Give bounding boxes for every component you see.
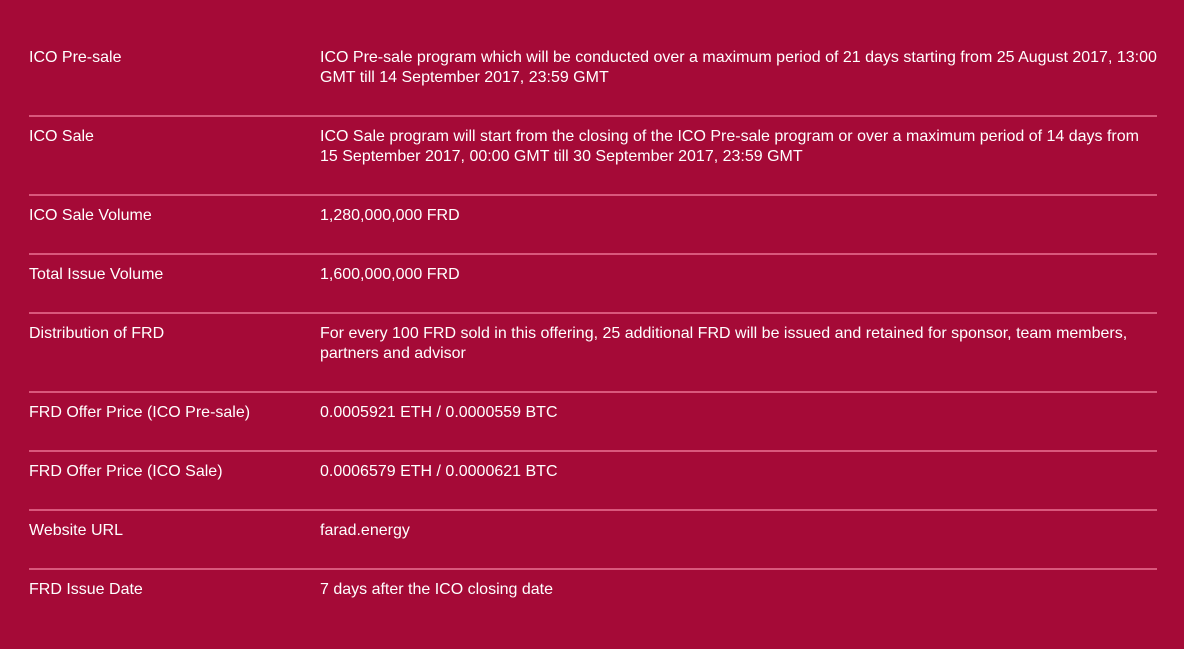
row-value: 1,600,000,000 FRD [320, 266, 460, 283]
row-label: FRD Offer Price (ICO Sale) [29, 463, 223, 480]
table-row-offer-price-presale: FRD Offer Price (ICO Pre-sale) 0.0005921… [29, 393, 1157, 452]
table-row-offer-price-sale: FRD Offer Price (ICO Sale) 0.0006579 ETH… [29, 452, 1157, 511]
row-label: ICO Pre-sale [29, 49, 122, 66]
row-value: 0.0005921 ETH / 0.0000559 BTC [320, 404, 558, 421]
website-url-value: farad.energy [320, 522, 410, 539]
row-value: 0.0006579 ETH / 0.0000621 BTC [320, 463, 558, 480]
ico-details-table: ICO Pre-sale ICO Pre-sale program which … [29, 38, 1157, 629]
table-row-ico-sale: ICO Sale ICO Sale program will start fro… [29, 117, 1157, 196]
row-value: For every 100 FRD sold in this offering,… [320, 325, 1128, 362]
row-label: Website URL [29, 522, 123, 539]
row-value: 1,280,000,000 FRD [320, 207, 460, 224]
table-row-issue-date: FRD Issue Date 7 days after the ICO clos… [29, 570, 1157, 629]
row-label: FRD Issue Date [29, 581, 143, 598]
row-label: FRD Offer Price (ICO Pre-sale) [29, 404, 251, 421]
row-label: Total Issue Volume [29, 266, 164, 283]
row-label: Distribution of FRD [29, 325, 165, 342]
row-label: ICO Sale [29, 128, 94, 145]
table-row-ico-presale: ICO Pre-sale ICO Pre-sale program which … [29, 38, 1157, 117]
table-row-website-url: Website URL farad.energy [29, 511, 1157, 570]
row-label: ICO Sale Volume [29, 207, 152, 224]
table-row-distribution: Distribution of FRD For every 100 FRD so… [29, 314, 1157, 393]
row-value: 7 days after the ICO closing date [320, 581, 554, 598]
table-row-total-issue-volume: Total Issue Volume 1,600,000,000 FRD [29, 255, 1157, 314]
row-value: ICO Sale program will start from the clo… [320, 128, 1139, 165]
table-row-ico-sale-volume: ICO Sale Volume 1,280,000,000 FRD [29, 196, 1157, 255]
row-value: ICO Pre-sale program which will be condu… [320, 49, 1157, 86]
